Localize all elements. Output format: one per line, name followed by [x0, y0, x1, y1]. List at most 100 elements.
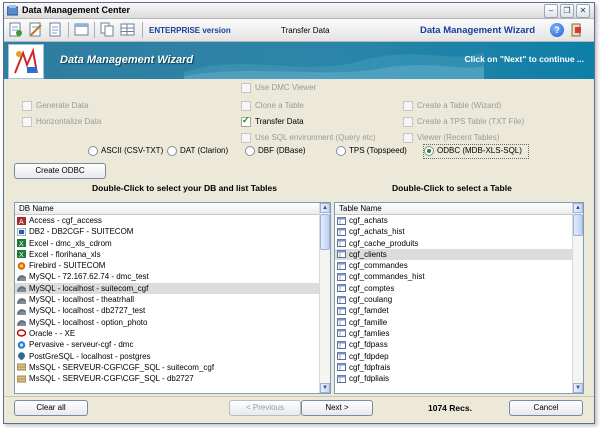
list-item[interactable]: Pervasive - serveur-cgf - dmc — [15, 339, 319, 350]
transfer-data-checkbox[interactable] — [241, 115, 251, 127]
mysql-icon — [17, 286, 26, 293]
list-item[interactable]: cgf_fdpass — [335, 339, 572, 350]
scroll-up-icon[interactable]: ▲ — [320, 203, 330, 213]
format-radio-tps[interactable] — [336, 146, 346, 156]
list-item[interactable]: X Excel - dmc_xls_cdrom — [15, 238, 319, 249]
list-item-label: cgf_fdpdep — [349, 351, 389, 361]
list-item[interactable]: MySQL - 72.167.62.74 - dmc_test — [15, 271, 319, 282]
scroll-down-icon[interactable]: ▼ — [573, 383, 583, 393]
list-item[interactable]: X Excel - florihana_xls — [15, 249, 319, 260]
list-item[interactable]: cgf_commandes_hist — [335, 271, 572, 282]
clear-all-button[interactable]: Clear all — [14, 400, 88, 416]
dmc-logo — [8, 44, 44, 79]
close-icon[interactable]: ✕ — [576, 4, 590, 18]
main-window: Data Management Center – ❐ ✕ ENTERPRISE … — [3, 2, 595, 424]
list-item[interactable]: cgf_achats_hist — [335, 226, 572, 237]
format-label-odbc: ODBC (MDB-XLS-SQL) — [437, 146, 522, 155]
list-item[interactable]: DB2 - DB2CGF - SUITECOM — [15, 226, 319, 237]
record-count: 1074 Recs. — [428, 403, 472, 413]
list-item-label: Excel - dmc_xls_cdrom — [29, 238, 112, 248]
create-table-wizard-checkbox[interactable] — [403, 101, 413, 111]
use-sql-env-label: Use SQL environment (Query etc) — [255, 133, 376, 142]
list-item[interactable]: Firebird - SUITECOM — [15, 260, 319, 271]
copy-icon[interactable] — [100, 22, 115, 37]
minimize-icon[interactable]: – — [544, 4, 558, 18]
table-icon — [337, 250, 346, 259]
use-sql-env-checkbox[interactable] — [241, 133, 251, 143]
list-item[interactable]: cgf_famdet — [335, 305, 572, 316]
db-list[interactable]: DB Name A Access - cgf_access DB2 - DB2CGF… — [14, 202, 331, 394]
list-item[interactable]: MsSQL - SERVEUR-CGF\CGF_SQL - suitecom_c… — [15, 362, 319, 373]
scroll-thumb[interactable] — [573, 214, 583, 236]
clone-table-label: Clone a Table — [255, 101, 304, 110]
list-item[interactable]: MySQL - localhost - option_photo — [15, 317, 319, 328]
list-item[interactable]: cgf_commandes — [335, 260, 572, 271]
scroll-thumb[interactable] — [320, 214, 330, 250]
help-icon[interactable]: ? — [550, 23, 564, 37]
exit-icon[interactable] — [570, 23, 584, 37]
postgres-icon — [18, 352, 25, 361]
list-item[interactable]: cgf_clients — [335, 248, 572, 261]
list-item[interactable]: MySQL - localhost - db2727_test — [15, 305, 319, 316]
clone-table-checkbox[interactable] — [241, 101, 251, 111]
db-list-rows: A Access - cgf_access DB2 - DB2CGF - SUITE… — [15, 215, 319, 393]
list-item[interactable]: cgf_cache_produits — [335, 238, 572, 249]
cancel-button[interactable]: Cancel — [509, 400, 583, 416]
list-item[interactable]: cgf_fdpdep — [335, 351, 572, 362]
list-item[interactable]: cgf_achats — [335, 215, 572, 226]
list-item[interactable]: cgf_famlies — [335, 328, 572, 339]
table-list[interactable]: Table Name cgf_achats cgf_achats_hist cgf_… — [334, 202, 584, 394]
list-item[interactable]: cgf_comptes — [335, 283, 572, 294]
table-list-scrollbar[interactable]: ▲ ▼ — [572, 203, 583, 393]
create-tps-table-checkbox[interactable] — [403, 117, 413, 127]
viewer-recent-label: Viewer (Recent Tables) — [417, 133, 500, 142]
window-title: Data Management Center — [22, 5, 131, 15]
create-tps-table-label: Create a TPS Table (TXT File) — [417, 117, 525, 126]
db-list-header: DB Name — [15, 203, 319, 215]
list-item[interactable]: cgf_famille — [335, 317, 572, 328]
list-item-label: Pervasive - serveur-cgf - dmc — [29, 340, 134, 350]
viewer-recent-checkbox[interactable] — [403, 133, 413, 143]
scroll-up-icon[interactable]: ▲ — [573, 203, 583, 213]
table-icon — [337, 306, 346, 315]
format-radio-dat[interactable] — [167, 146, 177, 156]
use-dmc-viewer-checkbox[interactable] — [241, 83, 251, 93]
edit-file-icon[interactable] — [28, 22, 43, 37]
create-odbc-button[interactable]: Create ODBC — [14, 163, 106, 179]
list-item-label: MySQL - localhost - suitecom_cgf — [29, 283, 149, 293]
restore-icon[interactable]: ❐ — [560, 4, 574, 18]
list-item[interactable]: MySQL - localhost - theatrhall — [15, 294, 319, 305]
generate-data-checkbox[interactable] — [22, 101, 32, 111]
grid-icon[interactable] — [120, 22, 135, 37]
format-radio-dbf[interactable] — [245, 146, 255, 156]
format-radio-ascii[interactable] — [88, 146, 98, 156]
table-icon — [337, 216, 346, 225]
table-icon — [337, 340, 346, 349]
table-icon — [337, 284, 346, 293]
list-item[interactable]: A Access - cgf_access — [15, 215, 319, 226]
horizontalize-data-checkbox[interactable] — [22, 117, 32, 127]
list-item[interactable]: cgf_fdpfrais — [335, 362, 572, 373]
new-file-icon[interactable] — [8, 22, 23, 37]
wizard-banner: Data Management Wizard Click on "Next" t… — [4, 42, 594, 79]
table-icon — [337, 352, 346, 361]
next-button[interactable]: Next > — [301, 400, 373, 416]
list-item[interactable]: Oracle - - XE — [15, 328, 319, 339]
list-item[interactable]: MySQL - localhost - suitecom_cgf — [15, 282, 319, 295]
db-list-scrollbar[interactable]: ▲ ▼ — [319, 203, 330, 393]
window-icon[interactable] — [74, 22, 89, 37]
list-item[interactable]: cgf_coulang — [335, 294, 572, 305]
previous-button[interactable]: < Previous — [229, 400, 301, 416]
list-item-label: Access - cgf_access — [29, 216, 102, 225]
transfer-data-label: Transfer Data — [255, 117, 304, 126]
document-icon[interactable] — [48, 22, 63, 37]
format-radio-odbc[interactable] — [424, 146, 434, 156]
mssql-icon — [17, 363, 26, 371]
mysql-icon — [17, 297, 26, 304]
use-dmc-viewer-label: Use DMC Viewer — [255, 83, 317, 92]
access-icon: A — [17, 216, 26, 225]
scroll-down-icon[interactable]: ▼ — [320, 383, 330, 393]
list-item[interactable]: cgf_fdpliais — [335, 373, 572, 384]
list-item[interactable]: MsSQL - SERVEUR-CGF\CGF_SQL - db2727 — [15, 373, 319, 384]
list-item[interactable]: PostGreSQL - localhost - postgres — [15, 351, 319, 362]
